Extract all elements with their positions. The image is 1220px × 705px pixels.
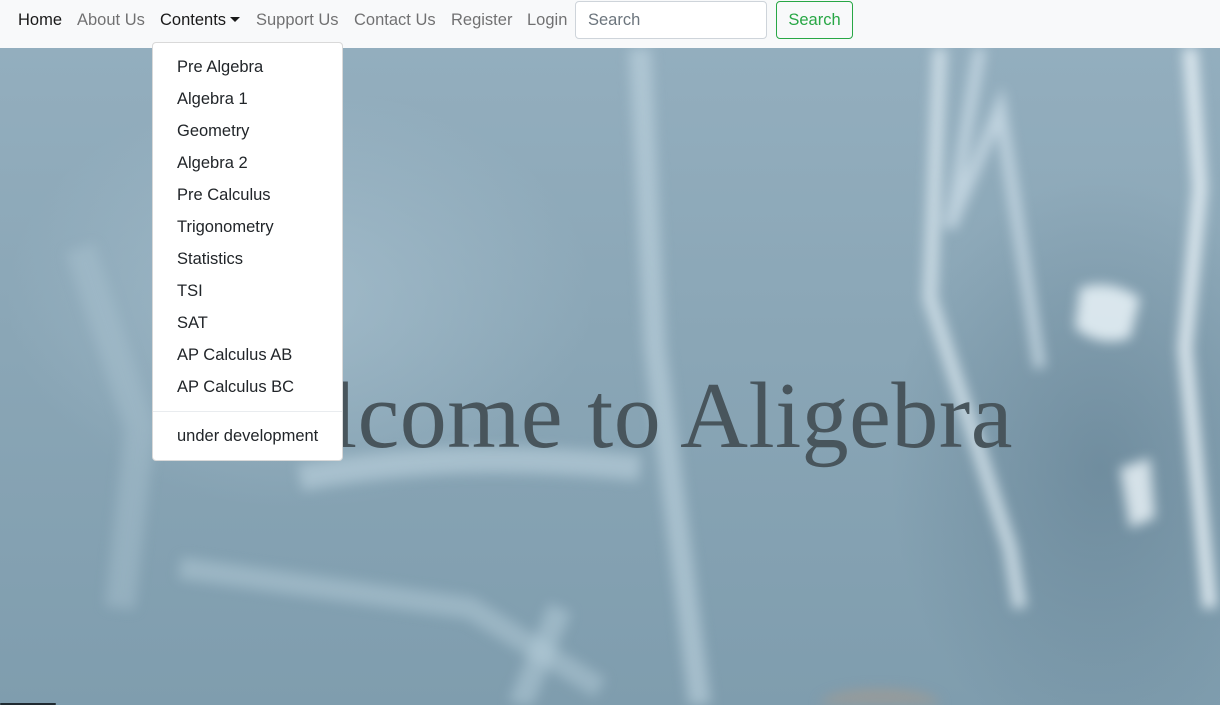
dropdown-item-ap-calculus-bc[interactable]: AP Calculus BC	[153, 371, 342, 403]
nav-support-link[interactable]: Support Us	[256, 10, 339, 30]
dropdown-item-algebra-2[interactable]: Algebra 2	[153, 147, 342, 179]
dropdown-item-under-development[interactable]: under development	[153, 420, 342, 452]
nav-register-link[interactable]: Register	[451, 10, 512, 30]
dropdown-item-algebra-1[interactable]: Algebra 1	[153, 83, 342, 115]
dropdown-item-sat[interactable]: SAT	[153, 307, 342, 339]
dropdown-divider	[153, 411, 342, 412]
navbar: Home About Us Contents Support Us Contac…	[0, 0, 1220, 48]
nav-home-link[interactable]: Home	[18, 10, 62, 30]
nav-contents-dropdown[interactable]: Contents	[160, 10, 241, 30]
dropdown-item-tsi[interactable]: TSI	[153, 275, 342, 307]
dropdown-item-pre-algebra[interactable]: Pre Algebra	[153, 51, 342, 83]
dropdown-item-trigonometry[interactable]: Trigonometry	[153, 211, 342, 243]
caret-down-icon	[230, 17, 241, 22]
dropdown-item-geometry[interactable]: Geometry	[153, 115, 342, 147]
dropdown-item-ap-calculus-ab[interactable]: AP Calculus AB	[153, 339, 342, 371]
nav-contents-label: Contents	[160, 11, 227, 29]
page: Welcome to Aligebra Home About Us Conten…	[0, 0, 1220, 705]
contents-dropdown-menu: Pre Algebra Algebra 1 Geometry Algebra 2…	[152, 42, 343, 461]
nav-about-link[interactable]: About Us	[77, 10, 145, 30]
nav-contact-link[interactable]: Contact Us	[354, 10, 436, 30]
search-button[interactable]: Search	[776, 1, 853, 39]
dropdown-item-statistics[interactable]: Statistics	[153, 243, 342, 275]
dropdown-item-pre-calculus[interactable]: Pre Calculus	[153, 179, 342, 211]
search-input[interactable]	[575, 1, 767, 39]
nav-login-link[interactable]: Login	[527, 10, 567, 30]
